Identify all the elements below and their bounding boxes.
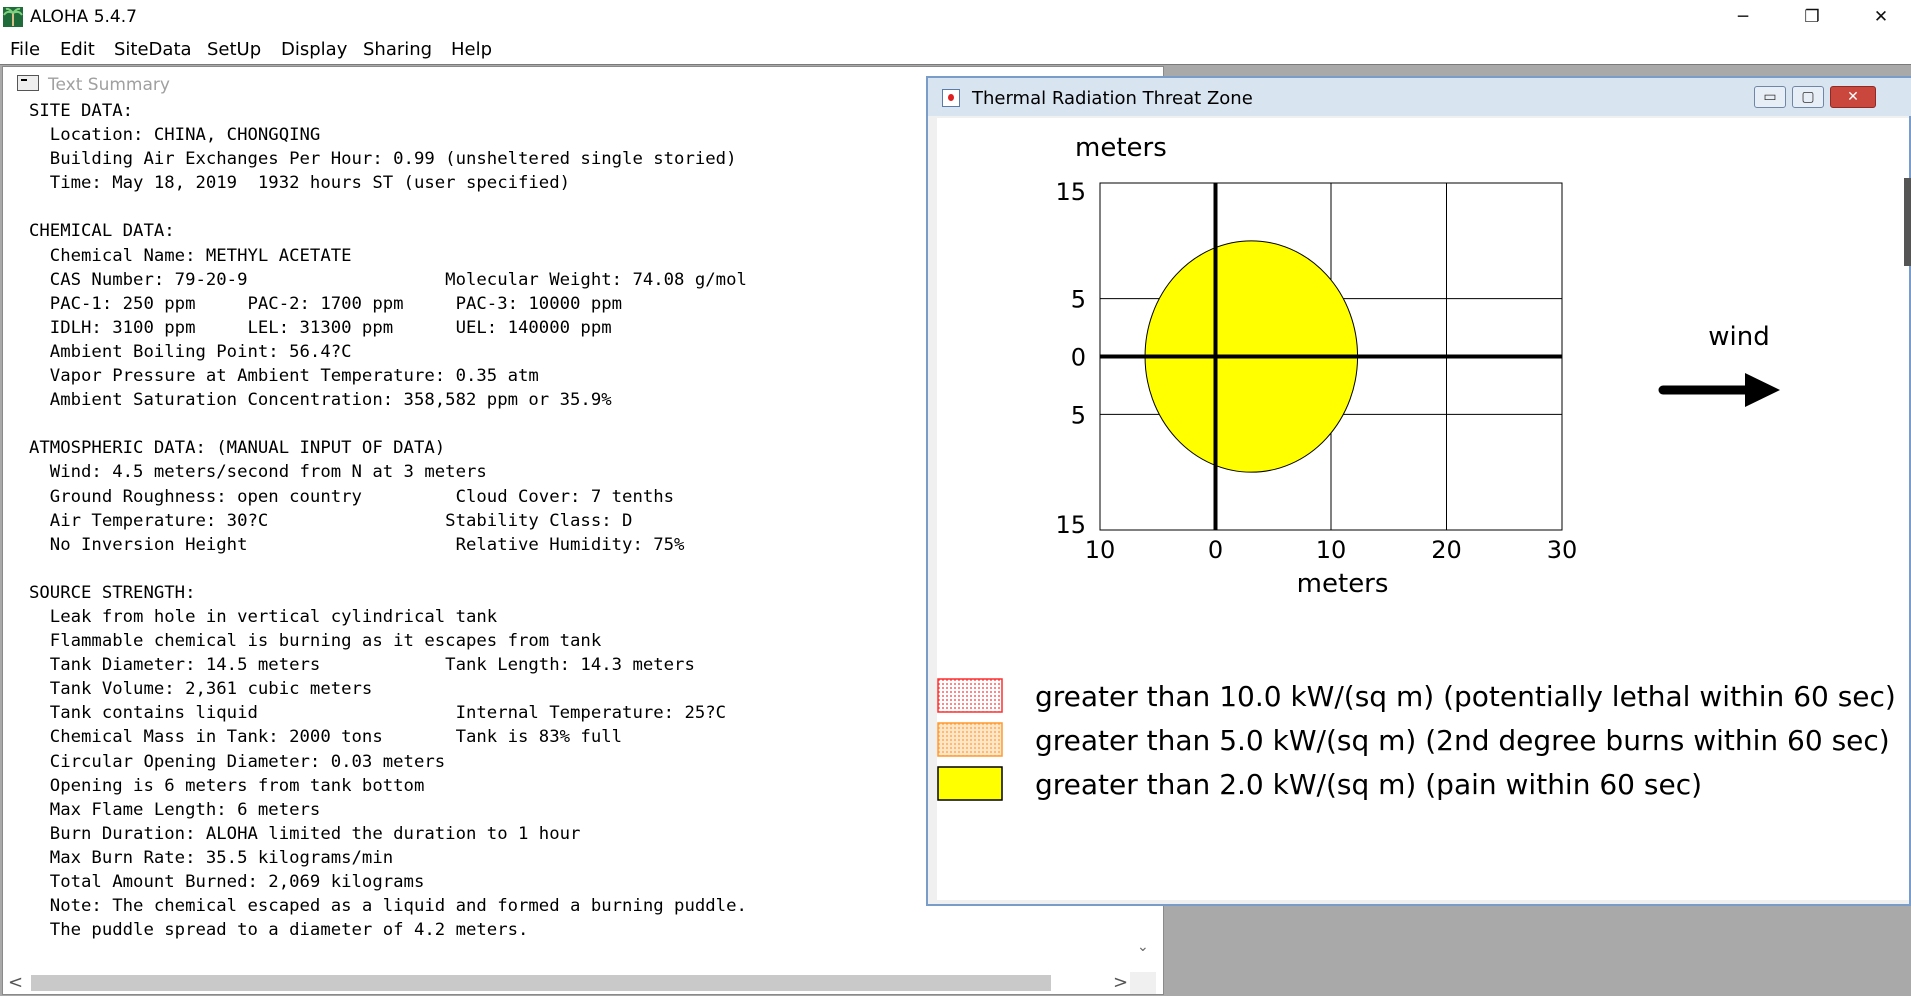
summary-line: Ambient Boiling Point: 56.4?C	[29, 341, 352, 362]
x-tick-label: 10	[1316, 536, 1347, 564]
legend-swatch	[937, 678, 1003, 713]
summary-line: Ground Roughness: open country Cloud Cov…	[29, 486, 675, 507]
minimize-button[interactable]: ─	[1712, 0, 1774, 34]
text-summary-content: SITE DATA: Location: CHINA, CHONGQING Bu…	[29, 99, 747, 942]
wind-arrow-head	[1745, 373, 1780, 407]
app-title: ALOHA 5.4.7	[30, 7, 137, 27]
x-tick-label: 30	[1547, 536, 1578, 564]
menu-bar: File Edit SiteData SetUp Display Sharing…	[0, 34, 1911, 64]
horizontal-scroll-thumb[interactable]	[31, 975, 1051, 991]
scroll-down-icon[interactable]: ⌄	[1137, 939, 1149, 955]
x-axis-label: meters	[1297, 569, 1389, 599]
summary-line: Chemical Name: METHYL ACETATE	[29, 245, 352, 266]
menu-sitedata[interactable]: SiteData	[114, 39, 192, 60]
edge-scroll-thumb[interactable]	[1904, 178, 1911, 266]
summary-line: No Inversion Height Relative Humidity: 7…	[29, 534, 685, 555]
summary-line: The puddle spread to a diameter of 4.2 m…	[29, 920, 529, 941]
scroll-right-icon[interactable]: >	[1113, 972, 1128, 993]
tz-maximize-button[interactable]: ▢	[1792, 86, 1824, 108]
summary-line: Time: May 18, 2019 1932 hours ST (user s…	[29, 173, 571, 194]
menu-setup[interactable]: SetUp	[207, 39, 261, 60]
summary-line: Note: The chemical escaped as a liquid a…	[29, 896, 747, 917]
summary-line: Tank contains liquid Internal Temperatur…	[29, 703, 727, 724]
summary-line: Vapor Pressure at Ambient Temperature: 0…	[29, 366, 539, 387]
summary-line: Tank Diameter: 14.5 meters Tank Length: …	[29, 655, 695, 676]
summary-line: SOURCE STRENGTH:	[29, 582, 196, 603]
legend-swatch	[937, 766, 1003, 801]
summary-line: PAC-1: 250 ppm PAC-2: 1700 ppm PAC-3: 10…	[29, 293, 623, 314]
restore-button[interactable]: ❐	[1781, 0, 1843, 34]
y-axis-label: meters	[1075, 133, 1167, 163]
summary-line: Building Air Exchanges Per Hour: 0.99 (u…	[29, 149, 737, 170]
x-tick-label: 0	[1208, 536, 1223, 564]
scroll-left-icon[interactable]: <	[8, 972, 23, 993]
y-tick-label: 5	[1071, 286, 1086, 314]
menu-file[interactable]: File	[10, 39, 40, 60]
y-tick-label: 15	[1055, 178, 1086, 206]
summary-line: Wind: 4.5 meters/second from N at 3 mete…	[29, 462, 487, 483]
menu-sharing[interactable]: Sharing	[363, 39, 432, 60]
summary-line: CHEMICAL DATA:	[29, 221, 175, 242]
summary-line: Ambient Saturation Concentration: 358,58…	[29, 390, 612, 411]
summary-line: Flammable chemical is burning as it esca…	[29, 631, 602, 652]
wind-label: wind	[1708, 322, 1769, 352]
legend-label: greater than 10.0 kW/(sq m) (potentially…	[1035, 680, 1896, 713]
legend-swatch	[937, 722, 1003, 757]
summary-line: Max Flame Length: 6 meters	[29, 799, 321, 820]
summary-line: Chemical Mass in Tank: 2000 tons Tank is…	[29, 727, 623, 748]
menu-help[interactable]: Help	[451, 39, 492, 60]
tz-minimize-button[interactable]: ▭	[1754, 86, 1786, 108]
threat-zone-icon	[942, 89, 960, 107]
summary-line: IDLH: 3100 ppm LEL: 31300 ppm UEL: 14000…	[29, 317, 612, 338]
summary-line: Tank Volume: 2,361 cubic meters	[29, 679, 373, 700]
legend-label: greater than 2.0 kW/(sq m) (pain within …	[1035, 768, 1702, 801]
summary-line: CAS Number: 79-20-9 Molecular Weight: 74…	[29, 269, 747, 290]
summary-line: Air Temperature: 30?C Stability Class: D	[29, 510, 633, 531]
tz-close-button[interactable]: ✕	[1830, 86, 1876, 108]
x-tick-label: 10	[1085, 536, 1116, 564]
palm-tree-icon	[3, 7, 23, 27]
x-tick-label: 20	[1431, 536, 1462, 564]
y-tick-label: 5	[1071, 401, 1086, 429]
summary-line: Leak from hole in vertical cylindrical t…	[29, 606, 498, 627]
legend-label: greater than 5.0 kW/(sq m) (2nd degree b…	[1035, 724, 1890, 757]
summary-line: ATMOSPHERIC DATA: (MANUAL INPUT OF DATA)	[29, 438, 446, 459]
threat-zone-title-bar[interactable]: Thermal Radiation Threat Zone ▭ ▢ ✕	[928, 78, 1911, 116]
threat-zone-title: Thermal Radiation Threat Zone	[972, 88, 1253, 109]
text-summary-title: Text Summary	[48, 75, 170, 95]
summary-line: Burn Duration: ALOHA limited the duratio…	[29, 823, 581, 844]
app-title-bar: ALOHA 5.4.7 ─ ❐ ✕	[0, 0, 1911, 34]
text-window-icon	[17, 75, 39, 91]
threat-zone-chart: 10 0 10 20 30 15 5 0 5 15 meters meters wind greater…	[937, 133, 1896, 801]
summary-line: SITE DATA:	[29, 101, 134, 121]
summary-line: Location: CHINA, CHONGQING	[29, 125, 321, 146]
summary-line: Max Burn Rate: 35.5 kilograms/min	[29, 847, 394, 868]
menu-edit[interactable]: Edit	[60, 39, 95, 60]
summary-line: Opening is 6 meters from tank bottom	[29, 775, 425, 796]
scrollbar-corner	[1130, 972, 1156, 994]
y-tick-label: 0	[1071, 344, 1086, 372]
y-tick-label: 15	[1055, 511, 1086, 539]
summary-line: Total Amount Burned: 2,069 kilograms	[29, 872, 425, 892]
threat-zone-window: Thermal Radiation Threat Zone ▭ ▢ ✕ 10 0 1…	[926, 76, 1911, 906]
menu-display[interactable]: Display	[281, 39, 347, 60]
threat-zone-plot-area: 10 0 10 20 30 15 5 0 5 15 meters meters wind greater…	[937, 118, 1909, 900]
summary-line: Circular Opening Diameter: 0.03 meters	[29, 751, 446, 772]
close-button[interactable]: ✕	[1850, 0, 1911, 34]
horizontal-scrollbar[interactable]: < >	[3, 972, 1130, 994]
